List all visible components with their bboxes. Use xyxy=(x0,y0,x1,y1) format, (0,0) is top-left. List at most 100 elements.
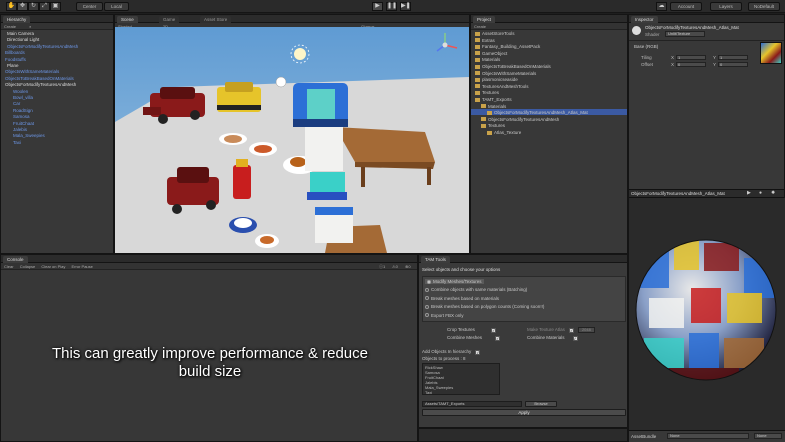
move-tool-icon[interactable]: ✥ xyxy=(17,2,28,11)
console-warning-count[interactable]: ⚠0 xyxy=(392,263,398,270)
tam-option-radio[interactable]: Break meshes based on materials xyxy=(425,296,499,301)
crop-textures-row[interactable]: Crop Textures ✓ xyxy=(447,327,496,333)
preview-sphere-icon[interactable]: ● xyxy=(759,190,762,196)
console-clear-button[interactable]: Clear xyxy=(4,264,14,269)
tab-hierarchy[interactable]: Hierarchy xyxy=(3,16,31,23)
pause-icon[interactable]: ❚❚ xyxy=(386,2,397,11)
pivot-center-button[interactable]: Center xyxy=(76,2,103,11)
tam-option-radio[interactable]: Modify Meshes/Textures xyxy=(425,279,484,284)
console-error-pause-button[interactable]: Error Pause xyxy=(72,264,93,269)
step-icon[interactable]: ▶❚ xyxy=(400,2,411,11)
tab-inspector[interactable]: Inspector xyxy=(631,16,658,23)
hierarchy-item[interactable]: Bowl_villa xyxy=(13,95,33,100)
combine-meshes-row[interactable]: Combine Meshes ✓ xyxy=(447,335,501,341)
hierarchy-item[interactable]: Samosa xyxy=(13,114,30,119)
project-folder-item[interactable]: Textures xyxy=(481,123,505,128)
hierarchy-item[interactable]: Main Camera xyxy=(7,31,34,36)
project-folder-item[interactable]: ObjectsWithSameMaterials xyxy=(475,71,536,76)
tab-console[interactable]: Console xyxy=(3,256,28,263)
export-path-field[interactable]: Assets/TAMT_Exports xyxy=(422,401,522,407)
hierarchy-item[interactable]: RoadSign xyxy=(13,108,33,113)
cloud-icon[interactable]: ☁ xyxy=(656,2,667,11)
apply-button[interactable]: Apply xyxy=(422,409,626,416)
tab-game[interactable]: Game xyxy=(159,16,180,23)
project-folder-item[interactable]: AssetStoreTools xyxy=(475,31,515,36)
project-folder-item[interactable]: Fantasy_Building_AssetPack xyxy=(475,44,540,49)
hierarchy-item[interactable]: Taxi xyxy=(13,140,21,145)
texture-thumbnail[interactable] xyxy=(760,42,782,64)
make-atlas-checkbox[interactable]: ✓ xyxy=(568,328,574,333)
asset-variant-dropdown[interactable]: None xyxy=(754,433,782,439)
offset-x-field[interactable]: 0 xyxy=(676,62,706,67)
project-folder-item[interactable]: Textures xyxy=(475,90,499,95)
make-atlas-row[interactable]: Make Texture Atlas ✓ 2048 xyxy=(527,327,595,333)
hierarchy-item[interactable]: Woolen xyxy=(13,89,28,94)
tab-asset-store[interactable]: Asset Store xyxy=(200,16,232,23)
scale-tool-icon[interactable]: ⤢ xyxy=(39,2,50,11)
project-folder-item[interactable]: ObjectsForModifyTexturesAndMesh_Atlas_Ma… xyxy=(487,110,588,115)
browse-button[interactable]: Browse xyxy=(525,401,557,407)
rect-tool-icon[interactable]: ▣ xyxy=(50,2,61,11)
preview-play-icon[interactable]: ▶ xyxy=(747,190,751,196)
console-info-count[interactable]: ⓘ1 xyxy=(379,263,385,270)
tam-option-radio[interactable]: Combine objects with same materials (Bat… xyxy=(425,287,527,292)
add-objects-checkbox[interactable]: ✓ xyxy=(475,350,481,355)
hierarchy-item[interactable]: ObjectsForModifyTexturesAndMesh xyxy=(7,44,78,49)
tiling-y-field[interactable]: 1 xyxy=(718,55,748,60)
project-folder-item[interactable]: ObjectsForModifyTexturesAndMesh xyxy=(481,117,559,122)
hierarchy-item[interactable]: Car xyxy=(13,101,20,106)
preview-light-icon[interactable]: ✹ xyxy=(771,190,775,196)
material-preview-sphere[interactable] xyxy=(629,198,785,442)
tiling-x-field[interactable]: 1 xyxy=(676,55,706,60)
tam-option-radio[interactable]: Break meshes based on polygon counts (Co… xyxy=(425,304,544,309)
tab-tam-tools[interactable]: TAM Tools xyxy=(421,256,450,263)
tab-project[interactable]: Project xyxy=(473,16,496,23)
hierarchy-item[interactable]: Plane xyxy=(7,63,19,68)
hierarchy-item[interactable]: Mala_Sweepies xyxy=(13,133,45,138)
rotate-tool-icon[interactable]: ↻ xyxy=(28,2,39,11)
hierarchy-item[interactable]: FruitChaat xyxy=(13,121,34,126)
object-list-item[interactable]: Taxi xyxy=(425,390,432,394)
hand-tool-icon[interactable]: ✋ xyxy=(6,2,17,11)
objects-list-box[interactable]: RickShaw Samosa FruitChaat Jalebis Mala_Swee… xyxy=(422,363,500,395)
project-folder-item[interactable]: Extras xyxy=(475,38,495,43)
project-folder-item[interactable]: Atlas_Texture xyxy=(487,130,521,135)
create-dropdown[interactable]: Create xyxy=(4,24,16,29)
hierarchy-item[interactable]: Billboards xyxy=(5,50,25,55)
tab-scene[interactable]: Scene xyxy=(117,16,138,23)
account-dropdown[interactable]: Account xyxy=(670,2,702,11)
combine-materials-row[interactable]: Combine Materials ✓ xyxy=(527,335,578,341)
hierarchy-item[interactable]: ObjectsWithSameMaterials xyxy=(5,69,59,74)
layout-dropdown[interactable]: NoDefault xyxy=(748,2,780,11)
project-folder-item[interactable]: GameObject xyxy=(475,51,507,56)
scene-viewport[interactable] xyxy=(115,27,469,253)
project-folder-item[interactable]: TexturesAndMeshTools xyxy=(475,84,529,89)
layers-dropdown[interactable]: Layers xyxy=(710,2,742,11)
combine-materials-checkbox[interactable]: ✓ xyxy=(572,336,578,341)
hierarchy-item[interactable]: Directional Light xyxy=(7,37,39,42)
hierarchy-item[interactable]: ObjectsForModifyTexturesAndMesh xyxy=(5,82,76,87)
project-create-dropdown[interactable]: Create xyxy=(474,24,486,29)
console-error-count[interactable]: ⊗0 xyxy=(405,263,411,270)
project-folder-item[interactable]: plasmonicseaside xyxy=(475,77,518,82)
hierarchy-item[interactable]: Foodstuffs xyxy=(5,57,26,62)
hierarchy-item[interactable]: ObjectsToBreakBasedOnMaterials xyxy=(5,76,74,81)
offset-y-field[interactable]: 0 xyxy=(718,62,748,67)
combine-meshes-checkbox[interactable]: ✓ xyxy=(495,336,501,341)
console-collapse-button[interactable]: Collapse xyxy=(20,264,36,269)
shader-dropdown[interactable]: Unlit/Texture xyxy=(665,31,705,37)
add-objects-row[interactable]: Add Objects In hierarchy ✓ xyxy=(422,349,481,355)
play-icon[interactable]: ▶ xyxy=(372,2,383,11)
search-icon[interactable]: ⌕ xyxy=(29,24,31,29)
project-folder-item[interactable]: Materials xyxy=(475,57,500,62)
crop-textures-checkbox[interactable]: ✓ xyxy=(490,328,496,333)
atlas-size-dropdown[interactable]: 2048 xyxy=(577,327,595,333)
project-folder-item[interactable]: ObjectsToBreakBasedOnMaterials xyxy=(475,64,551,69)
console-clear-on-play-button[interactable]: Clear on Play xyxy=(41,264,65,269)
tam-option-radio[interactable]: Export FBX only xyxy=(425,313,464,318)
project-folder-item[interactable]: Materials xyxy=(481,104,506,109)
pivot-local-button[interactable]: Local xyxy=(104,2,129,11)
hierarchy-item[interactable]: Jalebis xyxy=(13,127,27,132)
project-folder-item[interactable]: TAMT_Exports xyxy=(475,97,512,102)
asset-bundle-dropdown[interactable]: None xyxy=(667,433,749,439)
